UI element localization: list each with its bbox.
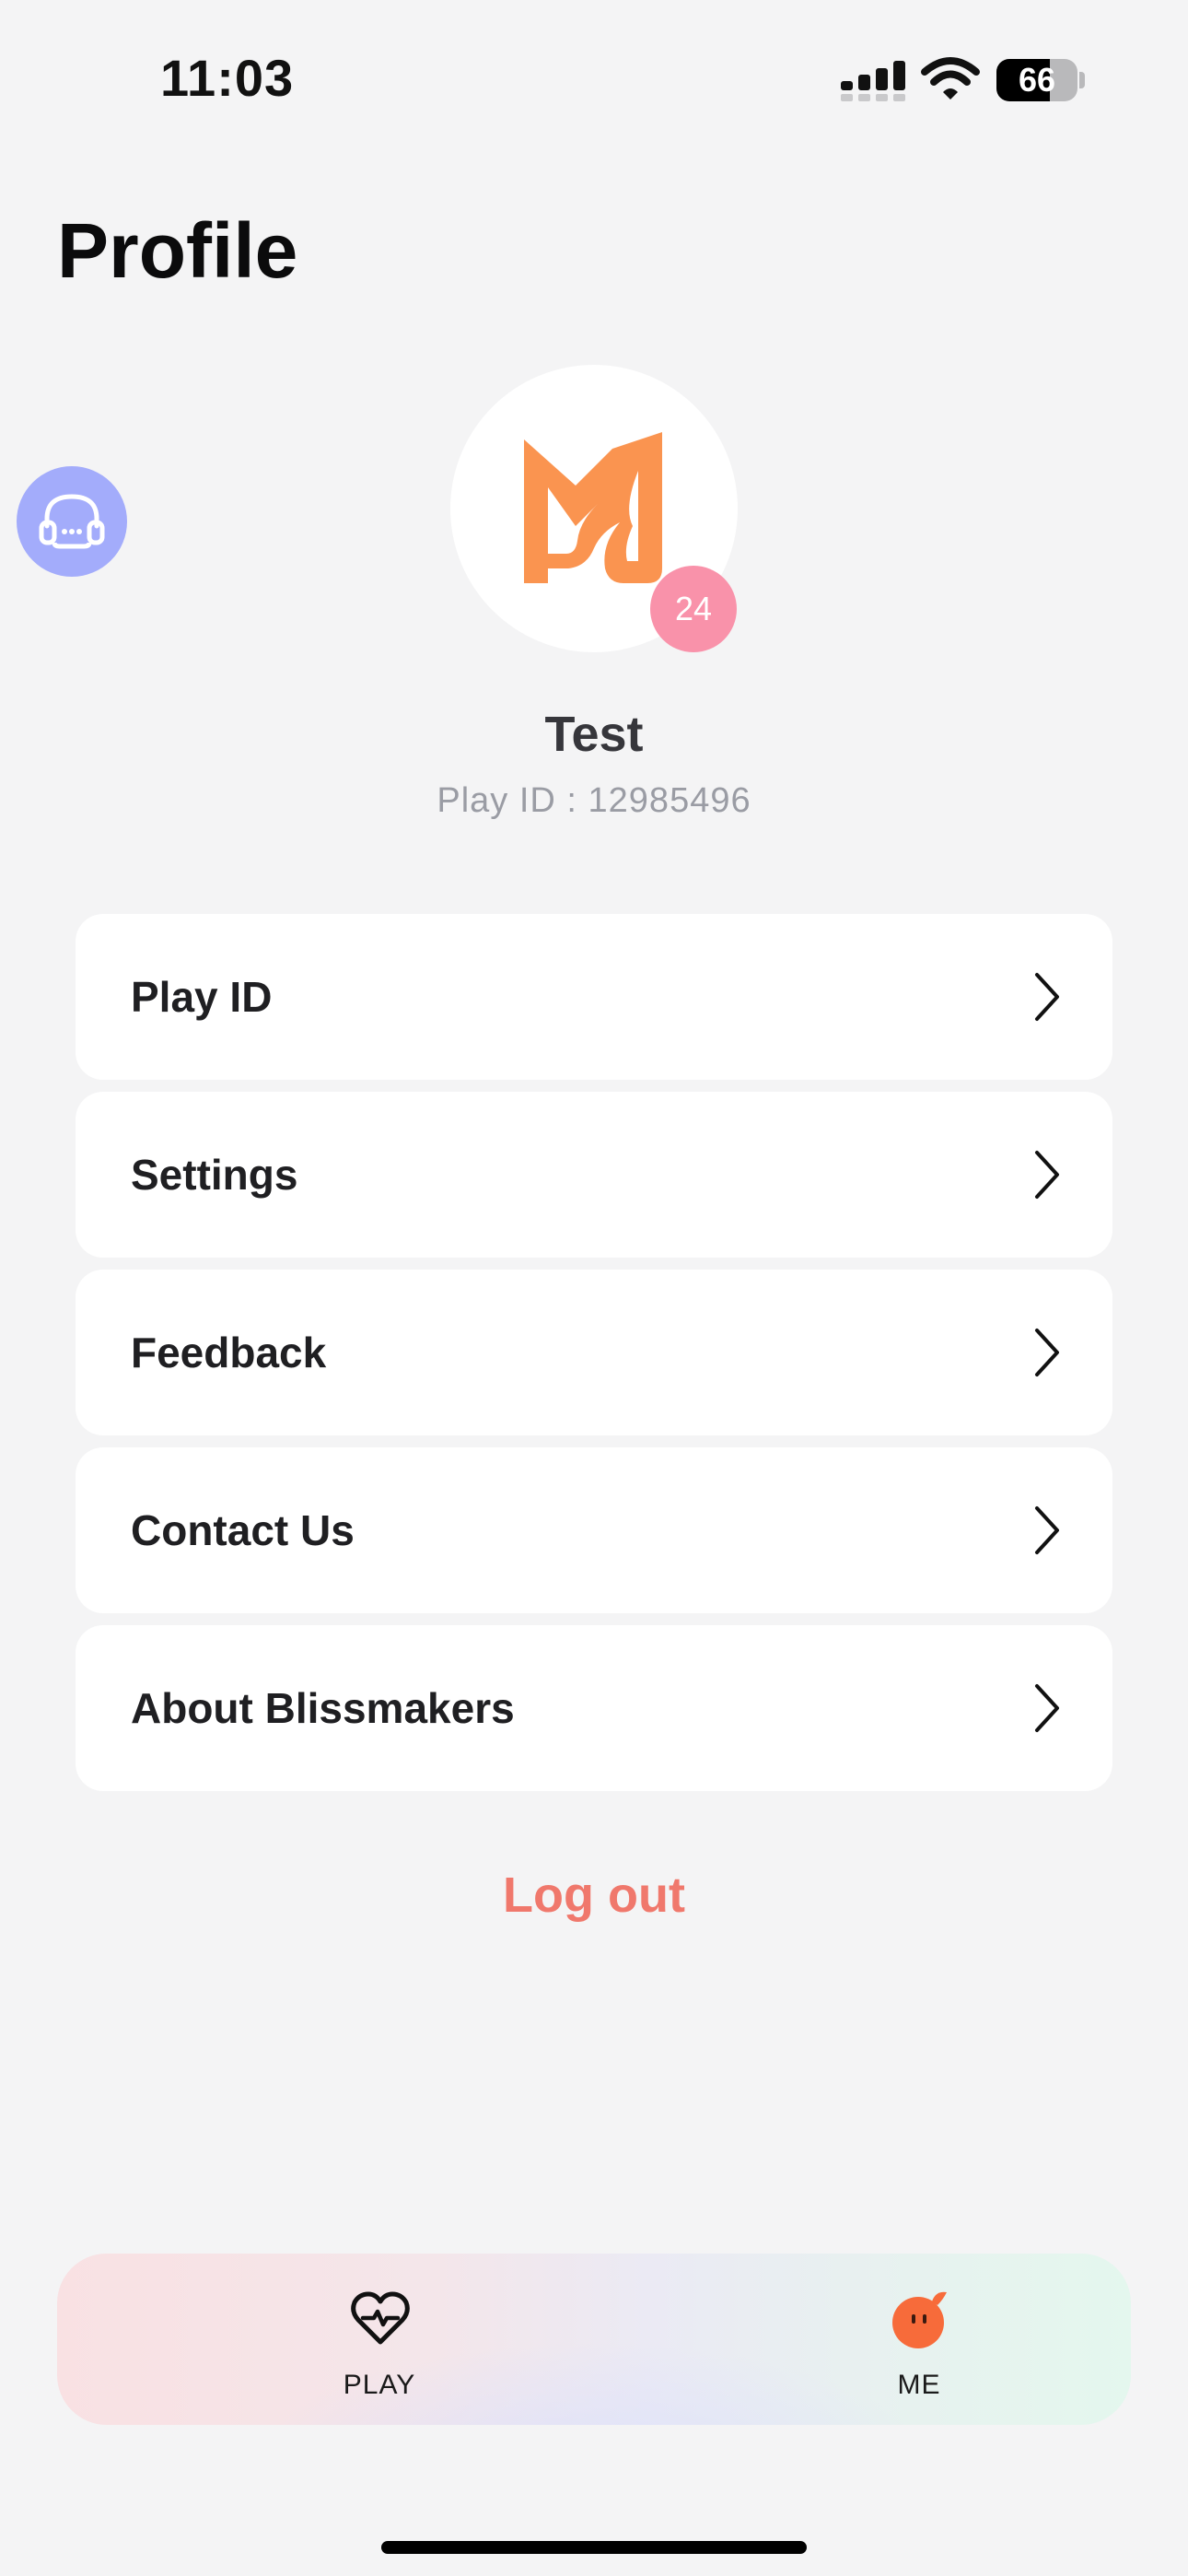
customer-support-button[interactable] [17,466,127,577]
headset-icon [39,494,105,549]
blissmakers-logo-icon [524,432,662,583]
menu-item-about[interactable]: About Blissmakers [76,1625,1112,1791]
wifi-icon [921,57,980,100]
tab-label: PLAY [343,2370,416,2400]
status-time: 11:03 [160,49,295,107]
page-title: Profile [57,207,298,294]
cellular-signal-icon [841,61,905,101]
logout-button[interactable]: Log out [0,1867,1188,1924]
menu-item-play-id[interactable]: Play ID [76,914,1112,1080]
profile-avatar[interactable]: 24 [450,365,738,652]
chevron-right-icon [1035,973,1059,1021]
menu-item-label: About Blissmakers [131,1684,515,1732]
profile-menu: Play ID Settings Feedback Contact Us Abo… [76,914,1112,1803]
menu-item-feedback[interactable]: Feedback [76,1270,1112,1435]
chevron-right-icon [1035,1684,1059,1732]
user-name: Test [544,707,644,762]
battery-indicator: 66 [996,55,1085,101]
level-badge: 24 [650,566,737,652]
menu-item-label: Settings [131,1151,298,1199]
battery-level: 66 [1018,61,1056,99]
tab-label: ME [897,2370,941,2400]
menu-item-label: Feedback [131,1329,327,1376]
play-id-label: Play ID : 12985496 [437,781,751,820]
bottom-tab-bar: PLAY ME [57,2254,1131,2425]
menu-item-contact-us[interactable]: Contact Us [76,1447,1112,1613]
character-face-icon [892,2291,947,2348]
heart-pulse-icon [351,2291,410,2345]
menu-item-settings[interactable]: Settings [76,1092,1112,1258]
chevron-right-icon [1035,1506,1059,1554]
chevron-right-icon [1035,1151,1059,1199]
menu-item-label: Contact Us [131,1506,355,1554]
tab-play[interactable]: PLAY [260,2254,499,2425]
tab-me[interactable]: ME [799,2254,1039,2425]
chevron-right-icon [1035,1329,1059,1376]
home-indicator [381,2541,807,2554]
status-bar: 11:03 66 [0,0,1188,157]
menu-item-label: Play ID [131,973,273,1021]
